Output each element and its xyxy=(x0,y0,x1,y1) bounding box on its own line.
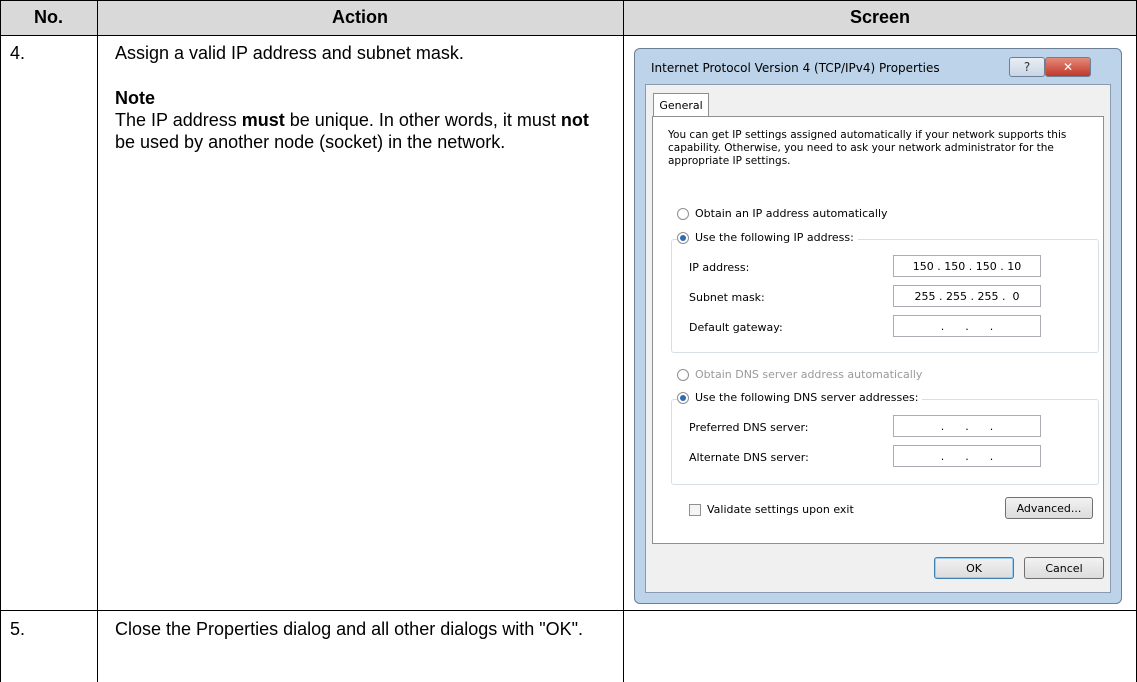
ipv4-properties-dialog: Internet Protocol Version 4 (TCP/IPv4) P… xyxy=(634,48,1122,604)
note-emphasis-not: not xyxy=(560,110,589,130)
dns-auto-radio[interactable]: Obtain DNS server address automatically xyxy=(677,368,922,381)
dialog-body: General You can get IP settings assigned… xyxy=(645,84,1111,593)
note-emphasis-must: must xyxy=(241,110,285,130)
ip-auto-label: Obtain an IP address automatically xyxy=(695,207,888,220)
ok-button[interactable]: OK xyxy=(934,557,1014,579)
header-no: No. xyxy=(34,7,63,27)
preferred-dns-field[interactable]: . . . xyxy=(893,415,1041,437)
header-action: Action xyxy=(332,7,388,27)
ip-manual-label: Use the following IP address: xyxy=(695,231,854,244)
action-text: Close the Properties dialog and all othe… xyxy=(115,619,584,639)
dialog-title: Internet Protocol Version 4 (TCP/IPv4) P… xyxy=(651,61,940,75)
ip-manual-radio[interactable]: Use the following IP address: xyxy=(677,231,858,244)
radio-selected-icon xyxy=(677,391,689,404)
table-border-header xyxy=(0,35,1137,36)
general-panel: You can get IP settings assigned automat… xyxy=(652,116,1104,544)
header-screen: Screen xyxy=(849,7,911,27)
subnet-mask-field[interactable]: 255 . 255 . 255 . 0 xyxy=(893,285,1041,307)
action-text: Assign a valid IP address and subnet mas… xyxy=(115,43,464,63)
validate-checkbox[interactable]: Validate settings upon exit xyxy=(689,503,854,516)
table-border-row xyxy=(0,610,1137,611)
tab-general[interactable]: General xyxy=(653,93,709,117)
help-button[interactable]: ? xyxy=(1009,57,1045,77)
dns-manual-label: Use the following DNS server addresses: xyxy=(695,391,919,404)
note-heading: Note xyxy=(115,88,155,108)
description-text: You can get IP settings assigned automat… xyxy=(668,129,1067,167)
note-part: be used by another node (socket) in the … xyxy=(115,132,506,152)
validate-label: Validate settings upon exit xyxy=(707,503,854,516)
ip-address-label: IP address: xyxy=(689,261,750,274)
dns-group xyxy=(671,399,1099,485)
checkbox-icon xyxy=(689,503,701,516)
row-number: 5. xyxy=(10,619,26,639)
note-part: The IP address xyxy=(115,110,242,130)
preferred-dns-label: Preferred DNS server: xyxy=(689,421,809,434)
advanced-button[interactable]: Advanced... xyxy=(1005,497,1093,519)
default-gateway-field[interactable]: . . . xyxy=(893,315,1041,337)
alternate-dns-label: Alternate DNS server: xyxy=(689,451,809,464)
default-gateway-label: Default gateway: xyxy=(689,321,783,334)
radio-icon xyxy=(677,368,689,381)
table-border-left xyxy=(0,0,1,682)
radio-icon xyxy=(677,207,689,220)
table-border-col1 xyxy=(97,0,98,682)
cancel-button[interactable]: Cancel xyxy=(1024,557,1104,579)
subnet-mask-label: Subnet mask: xyxy=(689,291,765,304)
alternate-dns-field[interactable]: . . . xyxy=(893,445,1041,467)
ip-auto-radio[interactable]: Obtain an IP address automatically xyxy=(677,207,888,220)
dns-manual-radio[interactable]: Use the following DNS server addresses: xyxy=(677,391,923,404)
ip-address-field[interactable]: 150 . 150 . 150 . 10 xyxy=(893,255,1041,277)
radio-selected-icon xyxy=(677,231,689,244)
table-border-top xyxy=(0,0,1137,1)
close-button[interactable]: ✕ xyxy=(1045,57,1091,77)
dns-auto-label: Obtain DNS server address automatically xyxy=(695,368,923,381)
row-number: 4. xyxy=(10,43,26,63)
table-border-col2 xyxy=(623,0,624,682)
note-part: be unique. In other words, it must xyxy=(284,110,561,130)
note-text: The IP address must be unique. In other … xyxy=(115,109,600,153)
